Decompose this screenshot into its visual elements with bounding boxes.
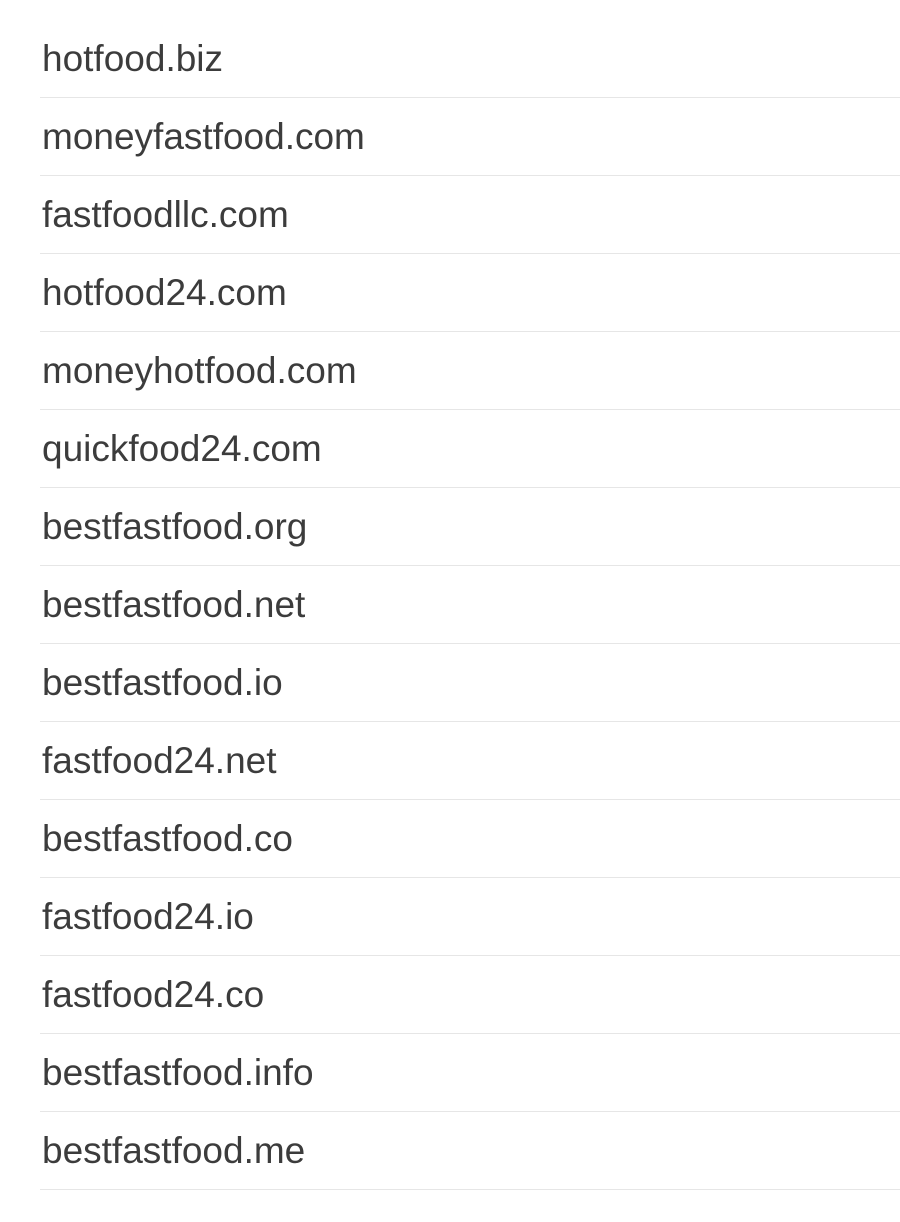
domain-name[interactable]: hotfood24.com xyxy=(40,274,287,311)
domain-row[interactable]: hotfood24.com xyxy=(40,254,900,332)
domain-row[interactable]: fastfoodllc.com xyxy=(40,176,900,254)
domain-name[interactable]: fastfood24.co xyxy=(40,976,264,1013)
domain-row[interactable]: moneyhotfood.com xyxy=(40,332,900,410)
domain-row[interactable]: bestfastfood.info xyxy=(40,1034,900,1112)
domain-row[interactable]: bestfastfood.io xyxy=(40,644,900,722)
domain-name[interactable]: hotfood.biz xyxy=(40,40,223,77)
domain-row[interactable]: hotfood.biz xyxy=(40,20,900,98)
domain-row[interactable]: bestfastfood.net xyxy=(40,566,900,644)
domain-row[interactable]: fastfood24.io xyxy=(40,878,900,956)
domain-name[interactable]: fastfoodllc.com xyxy=(40,196,289,233)
domain-name[interactable]: bestfastfood.info xyxy=(40,1054,314,1091)
domain-name[interactable]: bestfastfood.co xyxy=(40,820,293,857)
domain-row[interactable]: moneyfastfood.com xyxy=(40,98,900,176)
domain-row[interactable]: fastfood24.co xyxy=(40,956,900,1034)
domain-name[interactable]: fastfood24.net xyxy=(40,742,277,779)
domain-name[interactable]: moneyhotfood.com xyxy=(40,352,357,389)
domain-row[interactable]: fastfood24.net xyxy=(40,722,900,800)
domain-name[interactable]: bestfastfood.me xyxy=(40,1132,305,1169)
domain-row[interactable]: bestfastfood.me xyxy=(40,1112,900,1190)
domain-name[interactable]: bestfastfood.org xyxy=(40,508,307,545)
domain-row[interactable]: quickfood24.com xyxy=(40,410,900,488)
domain-name[interactable]: fastfood24.io xyxy=(40,898,254,935)
domain-row[interactable]: bestfastfood.org xyxy=(40,488,900,566)
domain-name[interactable]: bestfastfood.net xyxy=(40,586,305,623)
domain-name[interactable]: quickfood24.com xyxy=(40,430,322,467)
domain-row[interactable]: bestfastfood.co xyxy=(40,800,900,878)
domain-name[interactable]: bestfastfood.io xyxy=(40,664,283,701)
domain-list: hotfood.biz moneyfastfood.com fastfoodll… xyxy=(0,0,900,1190)
domain-name[interactable]: moneyfastfood.com xyxy=(40,118,365,155)
